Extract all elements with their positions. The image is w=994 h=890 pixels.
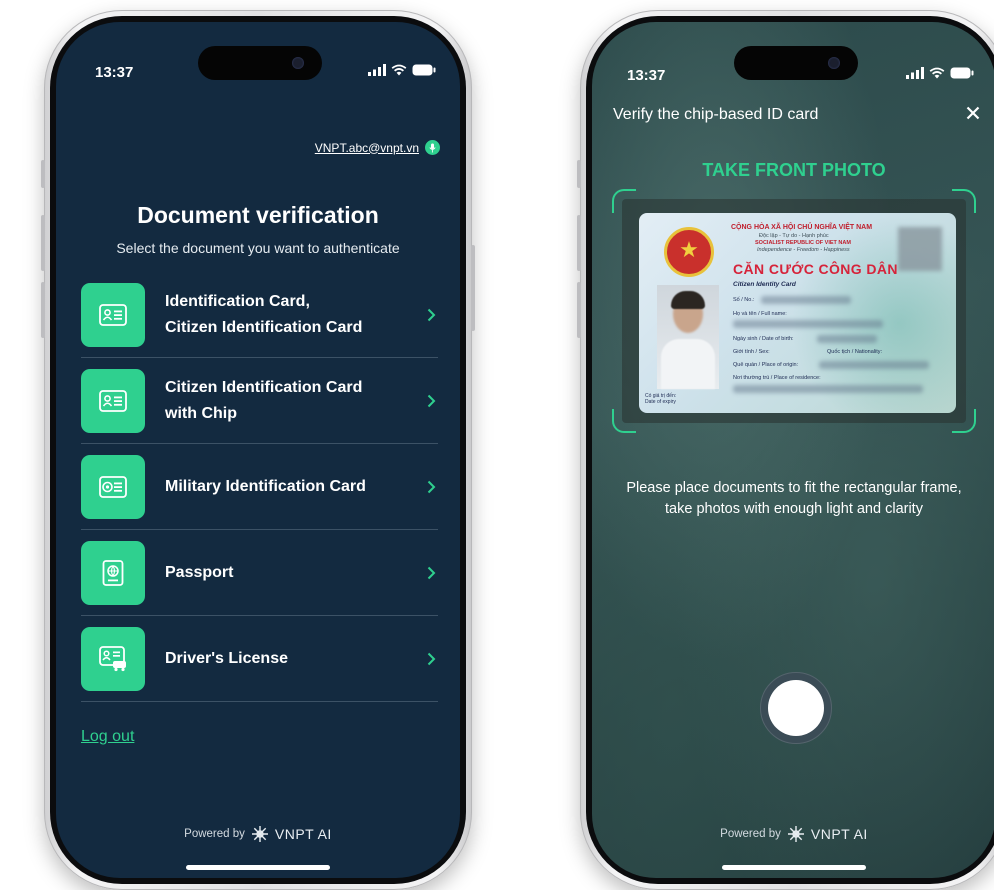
page-subtitle: Select the document you want to authenti… (116, 240, 400, 256)
chevron-right-icon (427, 394, 436, 407)
card-header: CỘNG HÒA XÃ HỘI CHỦ NGHĨA VIỆT NAM (731, 224, 873, 231)
card-field: Quốc tịch / Nationality: (827, 349, 883, 355)
card-expiry-label: Có giá trị đến: Date of expiry (645, 393, 676, 405)
dynamic-island (198, 46, 322, 80)
wifi-icon (929, 67, 945, 79)
capture-frame: CỘNG HÒA XÃ HỘI CHỦ NGHĨA VIỆT NAM Độc l… (612, 189, 976, 433)
id-card-icon (81, 282, 145, 347)
card-header: SOCIALIST REPUBLIC OF VIET NAM (755, 240, 851, 246)
chevron-right-icon (427, 308, 436, 321)
portrait-photo (657, 285, 719, 389)
status-icons (368, 64, 436, 76)
shutter-button-inner[interactable] (768, 680, 824, 736)
document-label: Citizen Identification Card with Chip (165, 378, 363, 422)
user-account[interactable]: VNPT.abc@vnpt.vn (315, 140, 440, 155)
frame-corner (612, 189, 636, 213)
battery-icon (950, 67, 974, 79)
document-option-military-id[interactable]: Military Identification Card (81, 444, 438, 530)
phone-side-button (577, 160, 581, 188)
passport-icon (81, 540, 145, 605)
wifi-icon (391, 64, 407, 76)
brand-name: VNPT AI (274, 826, 332, 842)
capture-instructions: Please place documents to fit the rectan… (626, 480, 962, 517)
camera-capture-screen: 13:37 Verify the chip-based ID card TAKE… (592, 22, 994, 878)
chevron-right-icon (427, 652, 436, 665)
phone-side-button (41, 160, 45, 188)
chevron-right-icon (427, 566, 436, 579)
page-title: Document verification (137, 202, 379, 228)
cellular-signal-icon (368, 64, 386, 76)
phone-frame-camera-capture: 13:37 Verify the chip-based ID card TAKE… (577, 10, 994, 890)
microphone-icon[interactable] (425, 140, 440, 155)
capture-instruction-title: TAKE FRONT PHOTO (702, 160, 886, 180)
card-header: Độc lập - Tự do - Hạnh phúc (759, 233, 829, 239)
document-label: Driver's License (165, 649, 288, 667)
card-field: Ngày sinh / Date of birth: (733, 336, 794, 342)
frame-corner (952, 189, 976, 213)
dynamic-island (734, 46, 858, 80)
phone-frame-document-selection: 13:37 VNPT.abc@vnpt.vn Document verifica… (41, 10, 475, 890)
vnpt-ai-logo-icon (787, 826, 804, 842)
document-list: Identification Card, Citizen Identificat… (81, 272, 438, 702)
national-emblem-icon (664, 227, 714, 277)
powered-by: Powered by VNPT AI (56, 825, 460, 843)
document-option-id-card[interactable]: Identification Card, Citizen Identificat… (81, 272, 438, 358)
id-card-preview: CỘNG HÒA XÃ HỘI CHỦ NGHĨA VIỆT NAM Độc l… (639, 213, 956, 413)
card-title: CĂN CƯỚC CÔNG DÂN (733, 261, 898, 277)
card-field: Nơi thường trú / Place of residence: (733, 375, 821, 381)
status-time: 13:37 (627, 67, 666, 84)
phone-side-button (41, 215, 45, 271)
card-field: Quê quán / Place of origin: (733, 362, 799, 368)
card-header: Independence - Freedom - Happiness (757, 247, 850, 253)
card-subtitle: Citizen Identity Card (733, 281, 796, 288)
phone-side-button (577, 215, 581, 271)
card-field: Số / No.: (733, 297, 755, 303)
shutter-button[interactable] (760, 672, 832, 744)
status-icons (906, 67, 974, 79)
phone-side-button (577, 282, 581, 338)
phone-side-button (471, 245, 475, 331)
document-option-chip-id-card[interactable]: Citizen Identification Card with Chip (81, 358, 438, 444)
home-indicator[interactable] (722, 865, 866, 870)
document-selection-screen: 13:37 VNPT.abc@vnpt.vn Document verifica… (56, 22, 460, 878)
document-option-passport[interactable]: Passport (81, 530, 438, 616)
home-indicator[interactable] (186, 865, 330, 870)
chip-id-card-icon (81, 368, 145, 433)
card-field: Date of expiry (645, 399, 676, 405)
powered-by: Powered by VNPT AI (592, 825, 994, 843)
brand-name: VNPT AI (810, 826, 868, 842)
phone-side-button (41, 282, 45, 338)
chevron-right-icon (427, 480, 436, 493)
frame-corner (612, 409, 636, 433)
cellular-signal-icon (906, 67, 924, 79)
powered-by-label: Powered by (184, 828, 245, 840)
battery-icon (412, 64, 436, 76)
logout-link[interactable]: Log out (81, 728, 134, 746)
document-option-drivers-license[interactable]: Driver's License (81, 616, 438, 702)
qr-code (898, 227, 942, 271)
status-time: 13:37 (95, 64, 134, 81)
document-label: Identification Card, Citizen Identificat… (165, 292, 363, 336)
document-label: Passport (165, 563, 234, 581)
user-email[interactable]: VNPT.abc@vnpt.vn (315, 141, 419, 155)
frame-corner (952, 409, 976, 433)
vnpt-ai-logo-icon (251, 826, 268, 842)
powered-by-label: Powered by (720, 828, 781, 840)
card-field: Họ và tên / Full name: (733, 311, 787, 317)
screen-title: Verify the chip-based ID card (613, 106, 819, 123)
drivers-license-icon (81, 626, 145, 691)
close-icon[interactable] (966, 106, 980, 120)
card-field: Giới tính / Sex: (733, 349, 770, 355)
military-id-icon (81, 454, 145, 519)
document-label: Military Identification Card (165, 477, 366, 495)
